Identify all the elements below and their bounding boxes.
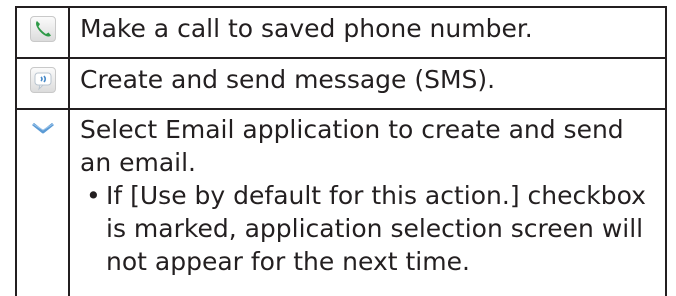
row-description-block: Select Email application to create and s… (68, 108, 667, 296)
bullet-mark: • (86, 181, 101, 210)
icon-cell (15, 108, 70, 296)
icon-cell (15, 6, 70, 59)
action-icon-table: Make a call to saved phone number. Creat… (15, 6, 667, 296)
table-row: Select Email application to create and s… (15, 108, 667, 296)
bullet-note: • If [Use by default for this action.] c… (80, 179, 657, 278)
icon-cell (15, 57, 70, 110)
sms-icon (29, 67, 56, 93)
bullet-text: If [Use by default for this action.] che… (106, 181, 646, 276)
document-page: Make a call to saved phone number. Creat… (0, 0, 676, 296)
table-row: Create and send message (SMS). (15, 57, 667, 110)
table-row: Make a call to saved phone number. (15, 6, 667, 59)
phone-icon (29, 16, 56, 42)
email-icon (30, 118, 56, 144)
row-description: Select Email application to create and s… (80, 115, 624, 177)
row-description: Create and send message (SMS). (68, 57, 667, 110)
row-description: Make a call to saved phone number. (68, 6, 667, 59)
